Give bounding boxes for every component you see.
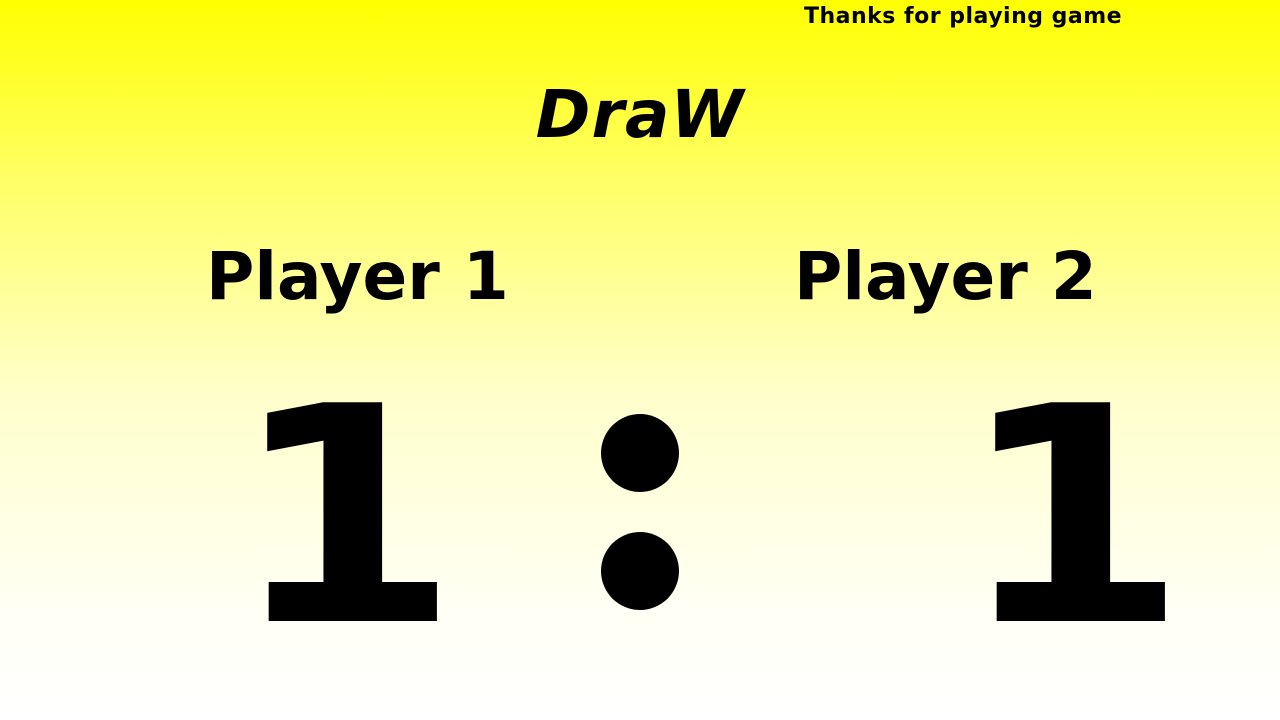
result-title: DraW [535, 76, 745, 153]
player-2-label: Player 2 [794, 238, 1097, 315]
separator-dot-top [601, 414, 679, 492]
separator-dot-bottom [601, 532, 679, 610]
player-2-score: 1 [958, 343, 1188, 692]
thanks-message: Thanks for playing game [804, 4, 1123, 29]
game-over-screen: Thanks for playing game DraW Player 1 Pl… [0, 0, 1280, 720]
player-1-score: 1 [230, 343, 460, 692]
player-1-label: Player 1 [206, 238, 509, 315]
score-separator [601, 414, 679, 610]
